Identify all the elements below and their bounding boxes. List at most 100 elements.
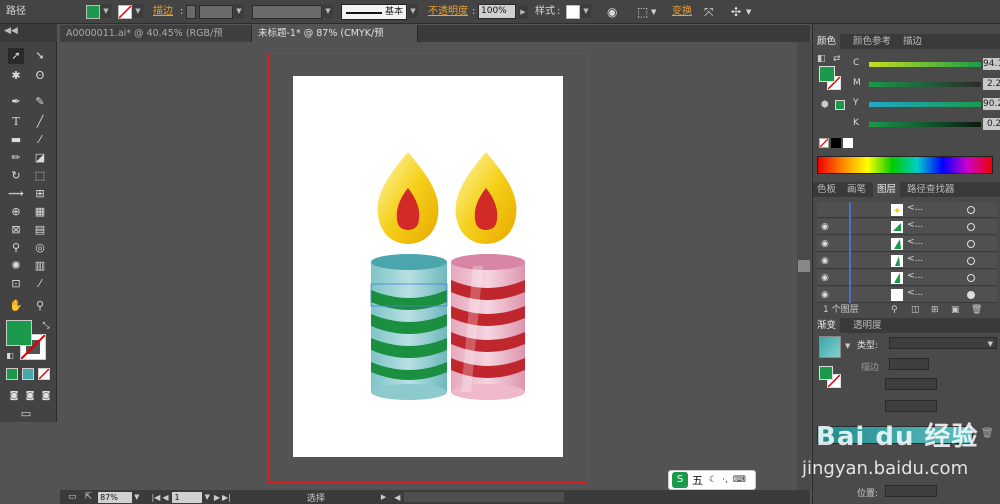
width-tool-icon[interactable]: ⟿ — [8, 186, 24, 202]
gradient-tool-icon[interactable]: ▤ — [32, 222, 48, 238]
stroke-dropdown-arrow[interactable]: ▼ — [133, 4, 143, 18]
shape-builder-tool-icon[interactable]: ⊕ — [8, 204, 24, 220]
fill-swatch[interactable] — [86, 5, 100, 19]
magic-wand-tool-icon[interactable]: ✱ — [8, 68, 24, 84]
fill-dropdown-arrow[interactable]: ▼ — [101, 4, 111, 18]
tab-stroke[interactable]: 描边 — [899, 34, 926, 49]
black-color-chip[interactable] — [831, 138, 841, 148]
prev-page-icon[interactable]: ◀ — [162, 493, 168, 502]
gradient-mode-icon[interactable] — [22, 368, 34, 380]
gamut-warning-icon[interactable]: ⬢ — [821, 100, 829, 110]
black-value[interactable]: 0.25 — [983, 118, 1000, 130]
pen-tool-icon[interactable]: ✒ — [8, 94, 24, 110]
magenta-value[interactable]: 2.28 — [983, 78, 1000, 90]
black-slider[interactable]: K 0.25 — [853, 118, 1000, 132]
lasso-tool-icon[interactable]: ʘ — [32, 68, 48, 84]
layer-row[interactable]: ◉ <... — [817, 253, 997, 269]
opacity-arrow[interactable]: ▶ — [518, 5, 528, 19]
hand-tool-icon[interactable]: ✋ — [8, 298, 24, 314]
page-arrow[interactable]: ▼ — [204, 493, 209, 501]
zoom-tool-icon[interactable]: ⚲ — [32, 298, 48, 314]
gradient-angle-input[interactable] — [885, 378, 937, 390]
eye-icon[interactable]: ◉ — [821, 256, 833, 266]
status-menu-arrow[interactable]: ▶ — [381, 493, 386, 501]
tab-gradient[interactable]: 渐变 — [813, 318, 841, 333]
page-input[interactable]: 1 — [172, 491, 203, 503]
perspective-grid-tool-icon[interactable]: ▦ — [32, 204, 48, 220]
draw-normal-icon[interactable]: ◙ — [6, 388, 22, 404]
style-swatch[interactable] — [566, 5, 580, 19]
stroke-stepper[interactable] — [186, 5, 196, 19]
cyan-slider[interactable]: C 94.11 — [853, 58, 1000, 72]
eye-icon[interactable]: ◉ — [821, 239, 833, 249]
fill-color-box[interactable] — [6, 320, 32, 346]
swap-colors-icon[interactable]: ⤡ — [38, 318, 54, 334]
delete-layer-icon[interactable]: 🗑 — [971, 303, 982, 317]
selection-tool-icon[interactable]: ➚ — [8, 48, 24, 64]
isolate-icon[interactable]: ⤧ — [704, 4, 714, 20]
stroke-weight-arrow[interactable]: ▼ — [234, 4, 244, 18]
tab-transparency[interactable]: 透明度 — [849, 318, 886, 333]
opacity-label[interactable]: 不透明度 — [428, 4, 468, 20]
tab-a0000011[interactable]: A0000011.ai* @ 40.45% (RGB/预览)× — [60, 25, 252, 56]
candles-illustration[interactable] — [293, 76, 563, 457]
ime-toolbar[interactable]: S 五 ☾ ·, ⌨ — [668, 470, 756, 490]
zoom-input[interactable]: 87% — [98, 491, 133, 503]
yellow-slider[interactable]: Y 90.23 — [853, 98, 1000, 112]
stroke-weight-input[interactable] — [199, 5, 233, 19]
tab-color-guide[interactable]: 颜色参考 — [849, 34, 895, 49]
artboard[interactable] — [293, 76, 563, 457]
eye-icon[interactable]: ◉ — [821, 222, 833, 232]
canvas-vertical-scrollbar[interactable] — [797, 42, 811, 490]
slice-tool-icon[interactable]: ⁄ — [32, 276, 48, 292]
none-mode-icon[interactable] — [38, 368, 50, 380]
collapse-icon[interactable]: ◀◀ — [4, 26, 18, 36]
share-icon[interactable]: ⇱ — [85, 492, 93, 502]
tab-layers[interactable]: 图层 — [873, 182, 901, 197]
column-graph-tool-icon[interactable]: ▥ — [32, 258, 48, 274]
style-arrow[interactable]: ▼ — [581, 4, 591, 18]
gradient-aspect-input[interactable] — [885, 400, 937, 412]
draw-inside-icon[interactable]: ◙ — [38, 388, 54, 404]
arrange-icon[interactable]: ✣ — [731, 4, 741, 20]
layer-row[interactable]: ✦ <... — [817, 202, 997, 218]
curvature-tool-icon[interactable]: ✎ — [32, 94, 48, 110]
gradient-type-select[interactable]: ▼ — [889, 337, 997, 349]
ime-mode-label[interactable]: 五 — [692, 472, 703, 488]
new-sublayer-icon[interactable]: ⊞ — [931, 303, 939, 317]
color-panel-swap-icon[interactable]: ⇄ — [833, 54, 841, 64]
last-page-icon[interactable]: ▶| — [222, 493, 231, 502]
scale-tool-icon[interactable]: ⬚ — [32, 168, 48, 184]
canvas-horizontal-scrollbar[interactable] — [404, 492, 565, 502]
arrange-arrow[interactable]: ▼ — [746, 4, 751, 20]
web-color-icon[interactable] — [835, 100, 845, 110]
tab-pathfinder[interactable]: 路径查找器 — [903, 182, 959, 197]
color-spectrum[interactable] — [817, 156, 993, 174]
panel-fill-swatch[interactable] — [819, 66, 835, 82]
gradient-preview-swatch[interactable] — [819, 336, 841, 358]
variable-width-profile[interactable] — [252, 5, 322, 19]
scroll-thumb[interactable] — [798, 260, 810, 272]
gradient-position-input[interactable] — [885, 485, 937, 497]
magenta-slider[interactable]: M 2.28 — [853, 78, 1000, 92]
layer-row[interactable]: ◉ <... — [817, 270, 997, 286]
recolor-icon[interactable]: ◉ — [607, 4, 617, 20]
line-tool-icon[interactable]: ╱ — [32, 114, 48, 130]
brush-definition[interactable]: 基本 — [341, 4, 407, 20]
direct-selection-tool-icon[interactable]: ➘ — [32, 48, 48, 64]
delete-stop-icon[interactable]: 🗑 — [981, 428, 994, 439]
draw-behind-icon[interactable]: ◙ — [22, 388, 38, 404]
rectangle-tool-icon[interactable]: ▬ — [8, 132, 24, 148]
layer-row[interactable]: ◉ <... — [817, 219, 997, 235]
cyan-value[interactable]: 94.11 — [983, 58, 1000, 70]
default-colors-icon[interactable]: ◧ — [2, 348, 18, 364]
free-transform-tool-icon[interactable]: ⊞ — [32, 186, 48, 202]
new-layer-icon[interactable]: ▣ — [951, 303, 960, 317]
tab-color[interactable]: 颜色 — [813, 34, 841, 49]
screen-mode-icon[interactable]: ▭ — [18, 406, 34, 422]
eyedropper-tool-icon[interactable]: ⚲ — [8, 240, 24, 256]
symbol-sprayer-tool-icon[interactable]: ✺ — [8, 258, 24, 274]
tab-untitled-1[interactable]: 未标题-1* @ 87% (CMYK/预览)× — [252, 25, 418, 56]
hscroll-left-icon[interactable]: ◀ — [394, 493, 400, 502]
tab-brushes[interactable]: 画笔 — [843, 182, 870, 197]
